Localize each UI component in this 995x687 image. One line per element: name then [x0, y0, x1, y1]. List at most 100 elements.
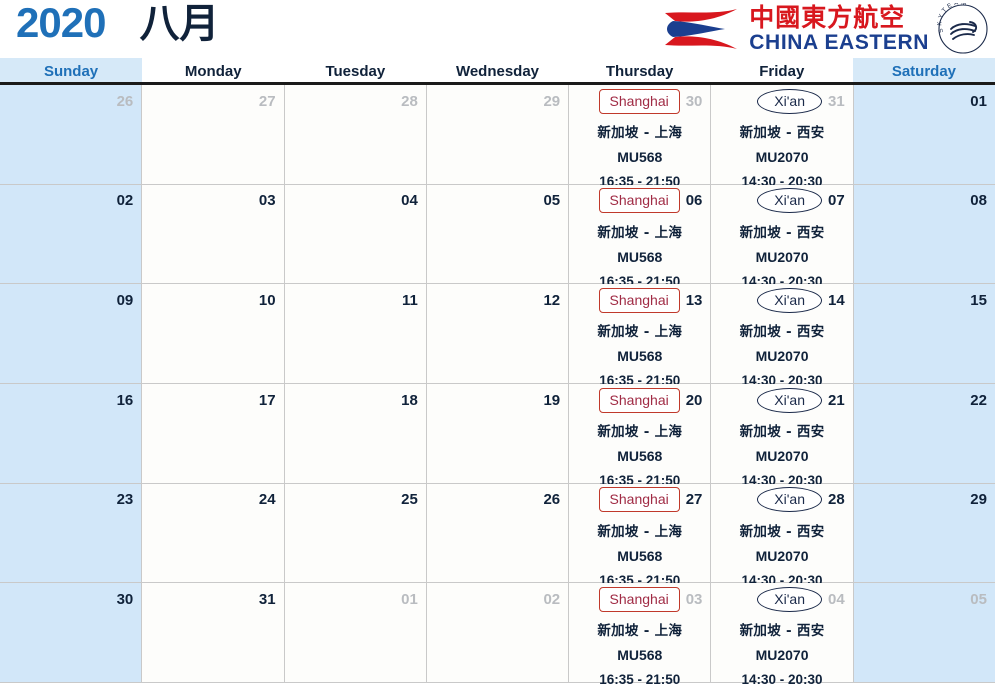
calendar-day-cell[interactable]: 03: [142, 184, 285, 284]
day-number: 05: [543, 192, 561, 210]
title-block: 2020 八月: [16, 0, 219, 46]
calendar-day-cell[interactable]: 30: [0, 583, 143, 683]
calendar-day-cell[interactable]: 08: [853, 184, 995, 284]
calendar-day-cell[interactable]: 19: [426, 384, 570, 483]
calendar-day-cell[interactable]: 26: [426, 483, 570, 583]
day-cell-header: Shanghai 27: [577, 487, 703, 513]
calendar-day-cell[interactable]: Xi'an 31 新加坡 - 西安 MU2070 14:30 - 20:30: [711, 85, 854, 189]
destination-badge-xian[interactable]: Xi'an: [757, 487, 822, 513]
destination-badge-xian[interactable]: Xi'an: [757, 287, 822, 313]
calendar-day-cell[interactable]: 26: [0, 85, 143, 184]
calendar-day-cell[interactable]: 22: [853, 384, 995, 483]
day-cell-header: 17: [150, 389, 276, 411]
day-number: 14: [828, 291, 845, 309]
flight-info: 新加坡 - 上海 MU568 16:35 - 21:50: [577, 121, 702, 189]
calendar-day-cell[interactable]: 02: [0, 184, 143, 284]
flight-route: 新加坡 - 西安: [739, 324, 825, 341]
day-cell-header: Xi'an 28: [719, 487, 845, 513]
day-number: 11: [401, 291, 418, 309]
calendar-day-cell[interactable]: Shanghai 03 新加坡 - 上海 MU568 16:35 - 21:50: [569, 583, 712, 687]
day-number: 27: [258, 92, 276, 110]
calendar-day-cell[interactable]: Xi'an 21 新加坡 - 西安 MU2070 14:30 - 20:30: [711, 384, 854, 488]
calendar-day-cell[interactable]: 10: [142, 284, 285, 384]
day-cell-header: 09: [8, 289, 134, 311]
calendar-day-cell[interactable]: 28: [284, 85, 427, 184]
destination-badge-shanghai[interactable]: Shanghai: [598, 387, 680, 413]
day-cell-header: 28: [293, 90, 418, 112]
flight-route: 新加坡 - 西安: [739, 224, 825, 241]
calendar-day-cell[interactable]: 27: [142, 85, 285, 184]
calendar-day-cell[interactable]: 15: [853, 284, 995, 384]
destination-badge-shanghai[interactable]: Shanghai: [598, 586, 680, 612]
calendar-day-cell[interactable]: Xi'an 07 新加坡 - 西安 MU2070 14:30 - 20:30: [711, 184, 854, 289]
day-cell-header: 26: [8, 90, 134, 112]
brand-name-cn: 中國東方航空: [749, 3, 906, 32]
flight-info: 新加坡 - 上海 MU568 16:35 - 21:50: [577, 420, 702, 488]
calendar-day-cell[interactable]: Xi'an 04 新加坡 - 西安 MU2070 14:30 - 20:30: [711, 583, 854, 687]
calendar-day-cell[interactable]: 05: [853, 583, 995, 683]
day-cell-header: 19: [435, 389, 560, 411]
calendar-day-cell[interactable]: Xi'an 28 新加坡 - 西安 MU2070 14:30 - 20:30: [711, 483, 854, 588]
calendar-day-cell[interactable]: Shanghai 27 新加坡 - 上海 MU568 16:35 - 21:50: [569, 483, 712, 588]
calendar-day-cell[interactable]: 05: [426, 184, 570, 284]
calendar-page: 2020 八月 中國東方航空 CHINA EASTERN SKYTEAM Sun…: [0, 0, 995, 687]
day-cell-header: 18: [293, 389, 418, 411]
day-cell-header: Shanghai 06: [577, 188, 703, 214]
calendar-day-cell[interactable]: 17: [142, 384, 285, 483]
day-number: 06: [685, 192, 703, 210]
destination-badge-xian[interactable]: Xi'an: [757, 188, 822, 214]
china-eastern-swoosh-icon: [665, 9, 738, 49]
destination-badge-shanghai[interactable]: Shanghai: [598, 287, 680, 313]
day-number: 05: [970, 590, 987, 608]
destination-badge-xian[interactable]: Xi'an: [757, 88, 822, 114]
calendar-day-cell[interactable]: 29: [853, 483, 995, 583]
calendar-day-cell[interactable]: Shanghai 30 新加坡 - 上海 MU568 16:35 - 21:50: [569, 85, 712, 189]
brand-logo: 中國東方航空 CHINA EASTERN SKYTEAM: [663, 3, 989, 54]
day-number: 26: [116, 92, 134, 110]
calendar-day-cell[interactable]: 16: [0, 384, 143, 483]
calendar-day-cell[interactable]: 01: [284, 583, 427, 683]
flight-info: 新加坡 - 西安 MU2070 14:30 - 20:30: [719, 320, 844, 388]
day-number: 08: [970, 192, 987, 210]
day-number: 18: [401, 391, 418, 409]
calendar-day-cell[interactable]: 04: [284, 184, 427, 284]
calendar-day-cell[interactable]: Shanghai 13 新加坡 - 上海 MU568 16:35 - 21:50: [569, 284, 712, 388]
calendar-day-cell[interactable]: 31: [142, 583, 285, 683]
destination-badge-shanghai[interactable]: Shanghai: [598, 88, 680, 114]
destination-badge-xian[interactable]: Xi'an: [757, 586, 822, 612]
calendar-day-cell[interactable]: 12: [426, 284, 570, 384]
calendar-day-cell[interactable]: 02: [426, 583, 570, 683]
flight-info: 新加坡 - 上海 MU568 16:35 - 21:50: [577, 221, 702, 289]
brand-name-en: CHINA EASTERN: [749, 31, 929, 54]
calendar-day-cell[interactable]: 18: [284, 384, 427, 483]
brand-text: 中國東方航空 CHINA EASTERN: [749, 5, 929, 53]
calendar-day-cell[interactable]: 01: [853, 85, 995, 184]
day-cell-header: 15: [862, 289, 987, 311]
calendar-day-cell[interactable]: 11: [284, 284, 427, 384]
day-number: 28: [401, 92, 418, 110]
calendar-day-cell[interactable]: 23: [0, 483, 143, 583]
destination-badge-shanghai[interactable]: Shanghai: [598, 487, 680, 513]
calendar-day-cell[interactable]: 29: [426, 85, 570, 184]
flight-info: 新加坡 - 西安 MU2070 14:30 - 20:30: [719, 420, 844, 488]
page-title-year: 2020: [16, 0, 106, 46]
calendar-day-cell[interactable]: 25: [284, 483, 427, 583]
calendar-day-cell[interactable]: Shanghai 06 新加坡 - 上海 MU568 16:35 - 21:50: [569, 184, 712, 289]
day-cell-header: 12: [435, 289, 560, 311]
day-cell-header: 30: [8, 588, 134, 610]
flight-info: 新加坡 - 上海 MU568 16:35 - 21:50: [577, 619, 702, 687]
day-number: 27: [685, 491, 703, 509]
flight-number: MU2070: [755, 348, 809, 365]
calendar-day-cell[interactable]: Shanghai 20 新加坡 - 上海 MU568 16:35 - 21:50: [569, 384, 712, 488]
calendar-day-cell[interactable]: Xi'an 14 新加坡 - 西安 MU2070 14:30 - 20:30: [711, 284, 854, 388]
destination-badge-shanghai[interactable]: Shanghai: [598, 188, 680, 214]
day-number: 29: [970, 491, 987, 509]
flight-number: MU2070: [755, 647, 809, 664]
destination-badge-xian[interactable]: Xi'an: [757, 387, 822, 413]
day-cell-header: 04: [293, 190, 418, 212]
calendar-day-cell[interactable]: 24: [142, 483, 285, 583]
day-number: 01: [401, 590, 418, 608]
weekday-header-thursday: Thursday: [605, 63, 674, 80]
calendar-day-cell[interactable]: 09: [0, 284, 143, 384]
day-number: 15: [970, 291, 987, 309]
